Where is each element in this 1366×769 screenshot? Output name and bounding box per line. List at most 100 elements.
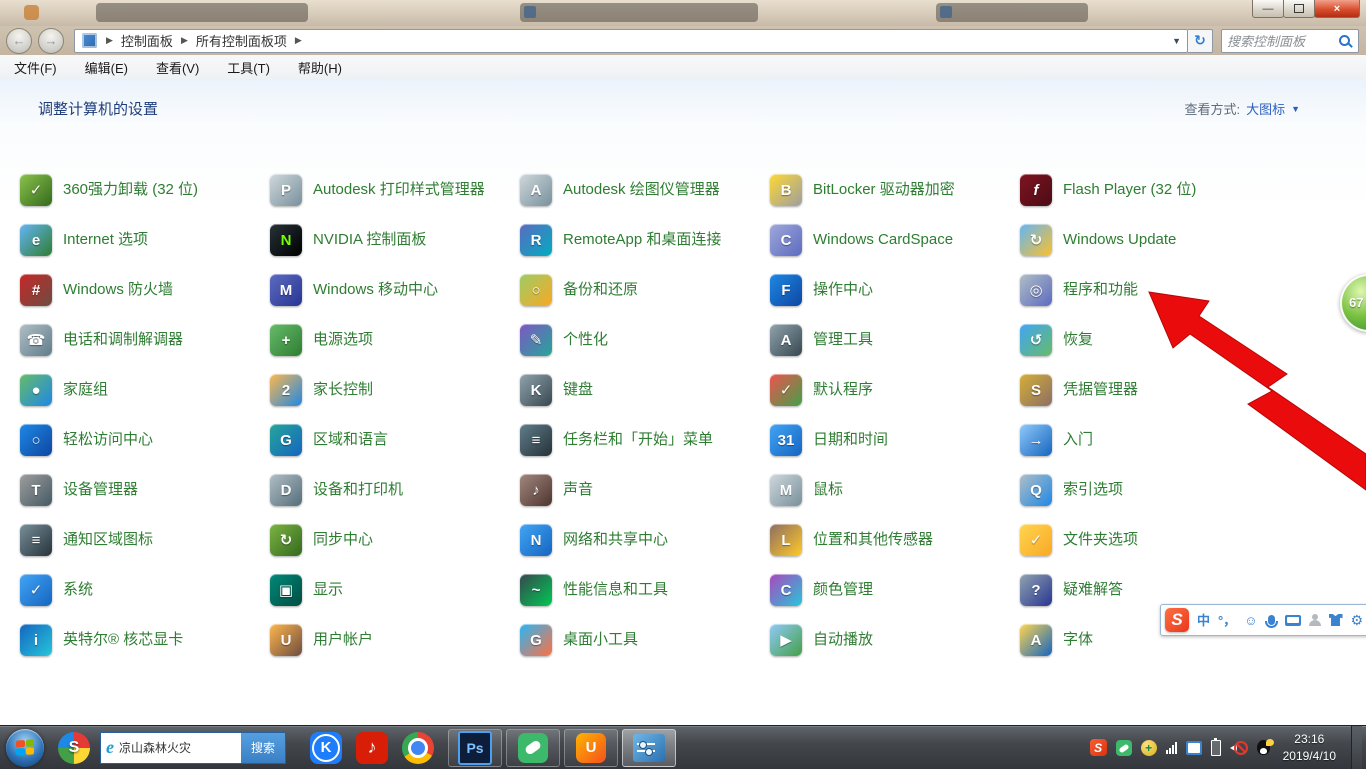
cp-item[interactable]: ✓文件夹选项 xyxy=(1020,515,1270,565)
control-panel-taskbar-button[interactable] xyxy=(622,729,676,767)
cp-item[interactable]: ●家庭组 xyxy=(20,365,270,415)
cp-item[interactable]: ◎程序和功能 xyxy=(1020,265,1270,315)
show-desktop-button[interactable] xyxy=(1351,726,1362,769)
soft-keyboard-icon[interactable] xyxy=(1285,615,1301,626)
menu-edit[interactable]: 编辑(E) xyxy=(71,58,142,77)
cp-item[interactable]: BBitLocker 驱动器加密 xyxy=(770,165,1020,215)
ime-language-tray-icon[interactable] xyxy=(1186,741,1202,755)
cp-item[interactable]: C颜色管理 xyxy=(770,565,1020,615)
cp-item[interactable]: +电源选项 xyxy=(270,315,520,365)
green-capsule-app-taskbar-button[interactable] xyxy=(506,729,560,767)
minimize-button[interactable]: — xyxy=(1252,0,1284,18)
chrome-icon[interactable] xyxy=(402,732,434,764)
cp-item[interactable]: AAutodesk 绘图仪管理器 xyxy=(520,165,770,215)
start-button[interactable] xyxy=(6,729,44,767)
taskbar-search-widget[interactable]: e 凉山森林火灾 搜索 xyxy=(100,732,286,764)
taskbar-search-button[interactable]: 搜索 xyxy=(241,733,285,763)
chevron-down-icon[interactable]: ▼ xyxy=(1291,104,1300,114)
cp-item[interactable]: N网络和共享中心 xyxy=(520,515,770,565)
view-by-value[interactable]: 大图标 xyxy=(1246,99,1285,118)
cp-item[interactable]: CWindows CardSpace xyxy=(770,215,1020,265)
menu-help[interactable]: 帮助(H) xyxy=(284,58,356,77)
skin-icon[interactable] xyxy=(1329,614,1343,626)
cp-item[interactable]: M鼠标 xyxy=(770,465,1020,515)
cp-item[interactable]: L位置和其他传感器 xyxy=(770,515,1020,565)
address-dropdown-icon[interactable]: ▼ xyxy=(1172,36,1181,46)
cp-item[interactable]: fFlash Player (32 位) xyxy=(1020,165,1270,215)
back-button[interactable]: ← xyxy=(6,28,32,54)
breadcrumb-segment[interactable]: 所有控制面板项 xyxy=(194,31,289,50)
menu-file[interactable]: 文件(F) xyxy=(0,58,71,77)
cp-item[interactable]: eInternet 选项 xyxy=(20,215,270,265)
chinese-mode-icon[interactable]: 中 xyxy=(1197,614,1210,627)
cp-item[interactable]: F操作中心 xyxy=(770,265,1020,315)
search-control-panel-input[interactable]: 搜索控制面板 xyxy=(1221,29,1359,53)
cp-item[interactable]: →入门 xyxy=(1020,415,1270,465)
sogou-browser-icon[interactable]: S xyxy=(58,732,90,764)
cp-item[interactable]: G区域和语言 xyxy=(270,415,520,465)
cp-item[interactable]: U用户帐户 xyxy=(270,615,520,665)
volume-muted-icon[interactable] xyxy=(1230,740,1248,756)
cp-item[interactable]: i英特尔® 核芯显卡 xyxy=(20,615,270,665)
cp-item[interactable]: 31日期和时间 xyxy=(770,415,1020,465)
breadcrumb[interactable]: ▶控制面板▶所有控制面板项▶ ▼ xyxy=(74,29,1188,53)
cp-item[interactable]: #Windows 防火墙 xyxy=(20,265,270,315)
sogou-ime-bar[interactable]: S 中 °， ☺ ⚙ xyxy=(1160,604,1366,636)
network-signal-icon[interactable] xyxy=(1166,742,1177,754)
cp-item[interactable]: Q索引选项 xyxy=(1020,465,1270,515)
toolbox-icon[interactable]: ⚙ xyxy=(1351,612,1364,629)
green-capsule-tray-icon[interactable] xyxy=(1116,740,1132,756)
battery-icon[interactable] xyxy=(1211,740,1221,756)
cp-item[interactable]: ○轻松访问中心 xyxy=(20,415,270,465)
cp-item[interactable]: ✎个性化 xyxy=(520,315,770,365)
cp-item[interactable]: D设备和打印机 xyxy=(270,465,520,515)
cp-item[interactable]: K键盘 xyxy=(520,365,770,415)
cp-item[interactable]: T设备管理器 xyxy=(20,465,270,515)
account-icon[interactable] xyxy=(1309,614,1321,626)
cp-item[interactable]: G桌面小工具 xyxy=(520,615,770,665)
cp-item[interactable]: ♪声音 xyxy=(520,465,770,515)
cp-item[interactable]: ○备份和还原 xyxy=(520,265,770,315)
restore-button[interactable] xyxy=(1283,0,1315,18)
cp-item[interactable]: ✓系统 xyxy=(20,565,270,615)
kugou-music-icon[interactable]: K xyxy=(310,732,342,764)
breadcrumb-arrow-icon[interactable]: ▶ xyxy=(100,35,119,46)
photoshop-taskbar-button[interactable]: Ps xyxy=(448,729,502,767)
cp-item[interactable]: ▣显示 xyxy=(270,565,520,615)
close-button[interactable]: × xyxy=(1314,0,1360,18)
cp-item[interactable]: S凭据管理器 xyxy=(1020,365,1270,415)
cp-item[interactable]: RRemoteApp 和桌面连接 xyxy=(520,215,770,265)
sogou-tray-icon[interactable]: S xyxy=(1090,739,1107,756)
punctuation-mode-icon[interactable]: °， xyxy=(1218,614,1236,627)
tray-clock[interactable]: 23:16 2019/4/10 xyxy=(1283,731,1336,763)
menu-tools[interactable]: 工具(T) xyxy=(213,58,284,77)
uc-browser-taskbar-button[interactable]: U xyxy=(564,729,618,767)
cp-item[interactable]: PAutodesk 打印样式管理器 xyxy=(270,165,520,215)
cp-item[interactable]: A管理工具 xyxy=(770,315,1020,365)
cp-item[interactable]: ☎电话和调制解调器 xyxy=(20,315,270,365)
cp-item[interactable]: NNVIDIA 控制面板 xyxy=(270,215,520,265)
cp-item[interactable]: ↻Windows Update xyxy=(1020,215,1270,265)
taskbar-search-query[interactable]: 凉山森林火灾 xyxy=(119,739,241,756)
emoji-icon[interactable]: ☺ xyxy=(1244,614,1257,627)
breadcrumb-arrow-icon[interactable]: ▶ xyxy=(289,35,308,46)
green-cross-tray-icon[interactable]: + xyxy=(1141,740,1157,756)
breadcrumb-segment[interactable]: 控制面板 xyxy=(119,31,175,50)
cp-item[interactable]: ▶自动播放 xyxy=(770,615,1020,665)
cp-item[interactable]: ✓默认程序 xyxy=(770,365,1020,415)
cp-item[interactable]: ≡任务栏和「开始」菜单 xyxy=(520,415,770,465)
qq-tray-icon[interactable] xyxy=(1257,740,1270,755)
breadcrumb-arrow-icon[interactable]: ▶ xyxy=(175,35,194,46)
view-controls[interactable]: 查看方式: 大图标 ▼ xyxy=(1184,99,1300,118)
netease-music-icon[interactable]: ♪ xyxy=(356,732,388,764)
cp-item[interactable]: ↻同步中心 xyxy=(270,515,520,565)
cp-item[interactable]: MWindows 移动中心 xyxy=(270,265,520,315)
refresh-button[interactable]: ↻ xyxy=(1188,29,1213,53)
cp-item[interactable]: ↺恢复 xyxy=(1020,315,1270,365)
cp-item[interactable]: 2家长控制 xyxy=(270,365,520,415)
microphone-icon[interactable] xyxy=(1268,615,1275,625)
sogou-logo-icon[interactable]: S xyxy=(1165,608,1189,632)
menu-view[interactable]: 查看(V) xyxy=(142,58,213,77)
cp-item[interactable]: ✓360强力卸载 (32 位) xyxy=(20,165,270,215)
forward-button[interactable]: → xyxy=(38,28,64,54)
